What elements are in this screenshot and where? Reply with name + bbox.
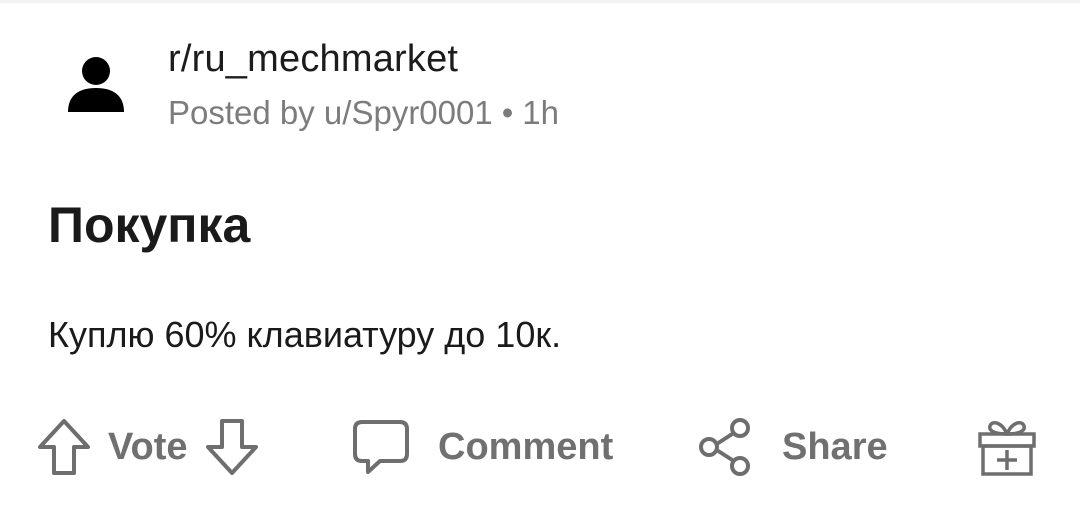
- post-meta: Posted by u/Spyr0001 • 1h: [168, 94, 559, 132]
- share-button[interactable]: Share: [698, 414, 888, 480]
- speech-bubble-icon: [353, 420, 409, 474]
- meta-separator: •: [501, 94, 514, 131]
- share-nodes-icon: [699, 418, 750, 476]
- post-card: r/ru_mechmarket Posted by u/Spyr0001 • 1h …: [0, 0, 1080, 507]
- award-button[interactable]: [974, 414, 1040, 480]
- gift-box-icon: [978, 420, 1036, 476]
- posted-by-link[interactable]: Posted by u/Spyr0001: [168, 94, 493, 131]
- post-body: Куплю 60% клавиатуру до 10к.: [48, 314, 562, 355]
- arrow-down-outline-icon: [205, 419, 258, 475]
- comment-button[interactable]: Comment: [352, 414, 613, 480]
- post-title[interactable]: Покупка: [48, 196, 250, 254]
- subreddit-link[interactable]: r/ru_mechmarket: [168, 38, 458, 81]
- vote-label: Vote: [108, 425, 188, 468]
- vote-bar: Vote: [36, 414, 260, 480]
- post-age: 1h: [522, 94, 559, 131]
- upvote-button[interactable]: [36, 417, 92, 477]
- user-avatar-icon[interactable]: [66, 56, 126, 114]
- downvote-button[interactable]: [204, 417, 260, 477]
- share-label: Share: [782, 425, 888, 468]
- arrow-up-outline-icon: [38, 419, 90, 475]
- comment-label: Comment: [438, 425, 614, 468]
